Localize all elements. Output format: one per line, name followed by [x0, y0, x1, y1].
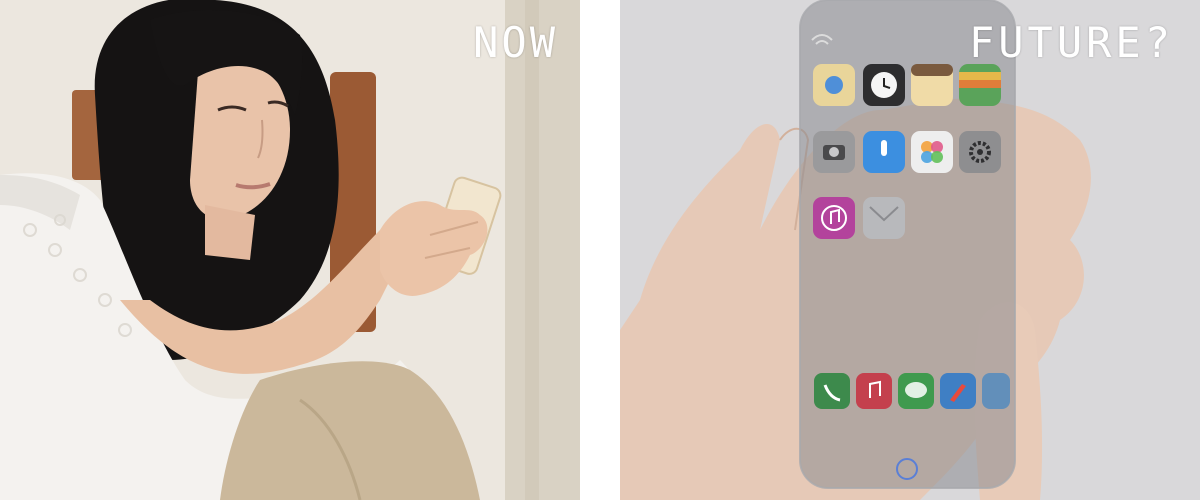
clock-icon	[863, 64, 905, 106]
curtain	[505, 0, 580, 500]
camera-icon	[813, 131, 855, 173]
messages-icon	[898, 373, 934, 409]
caption-now: NOW	[473, 18, 558, 67]
safari-partial-icon	[982, 373, 1010, 409]
photo-woman-with-smartphone	[0, 0, 580, 500]
photos-icon	[911, 131, 953, 173]
settings-icon	[959, 131, 1001, 173]
wallet-icon	[959, 64, 1001, 106]
phone-icon	[814, 373, 850, 409]
caption-future: FUTURE?	[968, 18, 1174, 67]
maps-icon	[813, 64, 855, 106]
photo-transparent-phone	[620, 0, 1200, 500]
panel-future: FUTURE?	[620, 0, 1200, 500]
notes-icon	[911, 64, 953, 106]
music-icon	[813, 197, 855, 239]
safari-icon	[940, 373, 976, 409]
voice-memo-icon	[863, 131, 905, 173]
music-icon	[856, 373, 892, 409]
panel-now: NOW	[0, 0, 580, 500]
mail-icon	[863, 197, 905, 239]
